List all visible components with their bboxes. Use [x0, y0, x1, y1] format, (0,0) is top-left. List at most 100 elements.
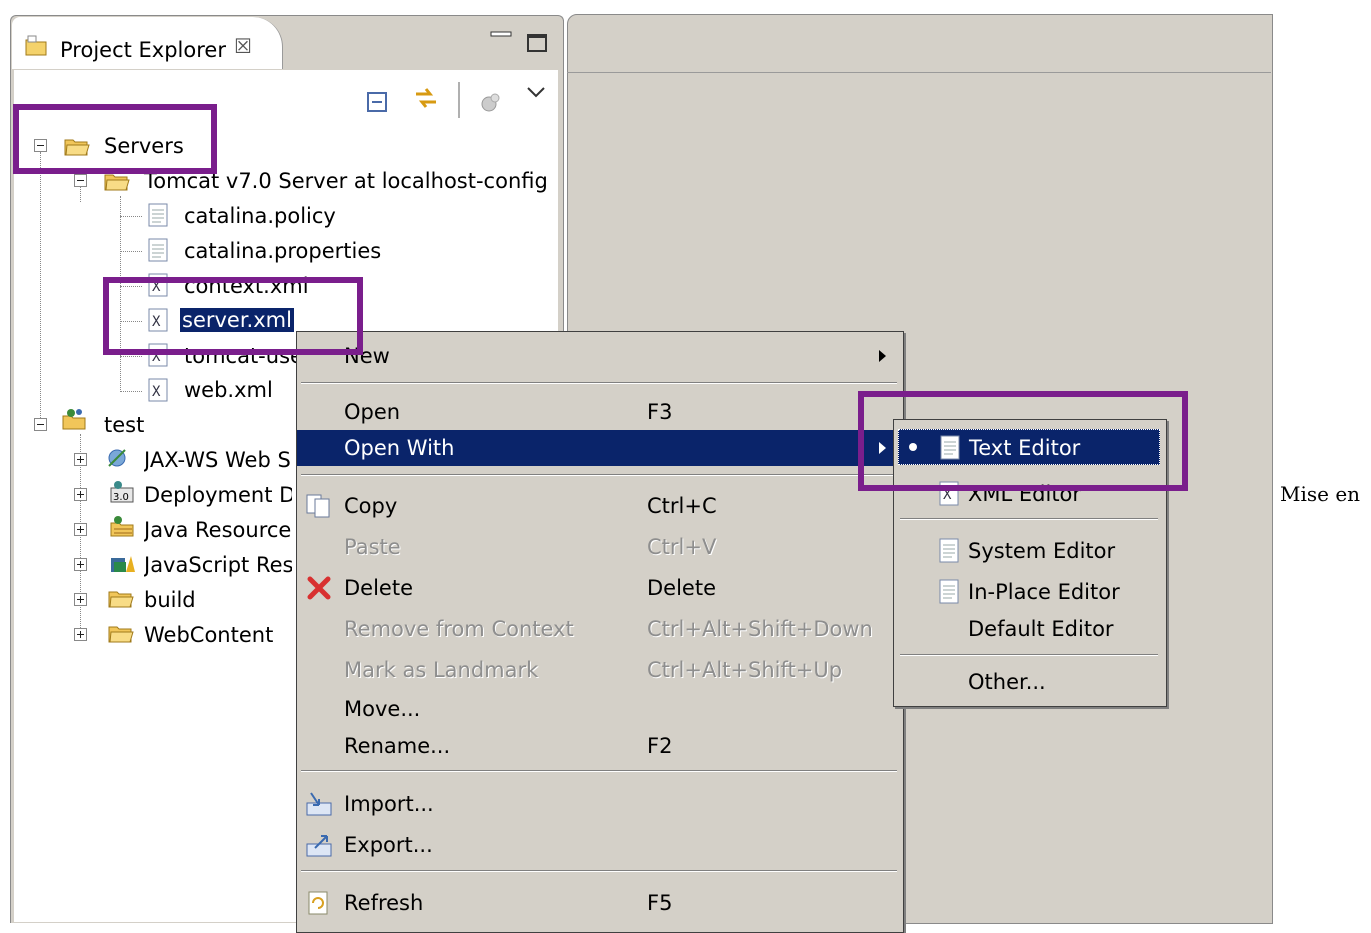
menu-item-delete[interactable]: Delete Delete	[297, 570, 903, 606]
menu-item-copy[interactable]: Copy Ctrl+C	[297, 488, 903, 524]
collapse-toggle[interactable]	[34, 418, 47, 431]
expand-toggle[interactable]	[74, 523, 87, 536]
submenu-item-system-editor[interactable]: System Editor	[894, 533, 1166, 569]
menu-item-label: Remove from Context	[344, 617, 574, 641]
menu-item-label: Mark as Landmark	[344, 658, 539, 682]
tree-item-test[interactable]: test	[104, 413, 144, 437]
side-caption: Mise en	[1280, 482, 1361, 506]
menu-item-label: Rename...	[344, 734, 451, 758]
tree-item-web-xml[interactable]: web.xml	[184, 378, 273, 402]
project-icon	[62, 409, 86, 430]
minimize-icon[interactable]	[490, 28, 512, 42]
tree-guide	[120, 356, 142, 357]
refresh-icon	[308, 891, 328, 915]
submenu-item-in-place-editor[interactable]: In-Place Editor	[894, 574, 1166, 610]
context-menu: New Open F3 Open With Copy Ctrl+C Paste …	[296, 331, 904, 933]
menu-shortcut: Delete	[647, 576, 716, 600]
folder-icon	[108, 626, 134, 643]
menu-shortcut: Ctrl+Alt+Shift+Up	[647, 658, 843, 682]
menu-shortcut: F5	[647, 891, 673, 915]
tree-guide	[120, 251, 142, 252]
tree-item-java-resources[interactable]: Java Resources	[144, 518, 292, 542]
menu-item-paste[interactable]: Paste Ctrl+V	[297, 529, 903, 565]
tree-item-deployment-descriptor[interactable]: Deployment Descriptor	[144, 483, 292, 507]
tree-guide	[80, 186, 81, 202]
menu-item-label: Refresh	[344, 891, 424, 915]
expand-toggle[interactable]	[74, 593, 87, 606]
menu-item-label: Export...	[344, 833, 433, 857]
expand-toggle[interactable]	[74, 628, 87, 641]
editor-tabbar-divider	[567, 72, 1271, 73]
tree-item-catalina-properties[interactable]: catalina.properties	[184, 239, 381, 263]
submenu-item-label: Other...	[968, 670, 1046, 694]
toolbar-separator	[458, 82, 460, 118]
view-menu-icon[interactable]	[526, 86, 546, 100]
export-icon	[306, 835, 332, 857]
import-icon	[306, 792, 332, 816]
menu-separator	[900, 654, 1158, 656]
close-icon[interactable]: ☒	[234, 34, 252, 58]
menu-item-label: Move...	[344, 697, 421, 721]
menu-separator	[301, 770, 897, 772]
tree-guide	[120, 216, 142, 217]
menu-item-export[interactable]: Export...	[297, 827, 903, 863]
menu-item-import[interactable]: Import...	[297, 786, 903, 822]
collapse-all-icon[interactable]	[364, 88, 392, 116]
submenu-item-other[interactable]: Other...	[894, 664, 1166, 700]
menu-separator	[301, 474, 897, 476]
menu-item-new[interactable]: New	[297, 338, 903, 374]
tree-item-javascript-resources[interactable]: JavaScript Resources	[144, 553, 292, 577]
panel-title: Project Explorer	[60, 38, 226, 62]
menu-item-label: Open	[344, 400, 401, 424]
menu-shortcut: Ctrl+V	[647, 535, 717, 559]
submenu-item-default-editor[interactable]: Default Editor	[894, 611, 1166, 647]
xml-file-icon: X	[148, 378, 168, 402]
menu-item-label: Open With	[344, 436, 455, 460]
menu-item-remove-from-context[interactable]: Remove from Context Ctrl+Alt+Shift+Down	[297, 611, 903, 647]
file-icon	[148, 238, 168, 262]
menu-shortcut: Ctrl+C	[647, 494, 717, 518]
expand-toggle[interactable]	[74, 558, 87, 571]
highlight-box-servers	[13, 104, 217, 174]
file-icon	[148, 203, 168, 227]
collapse-toggle[interactable]	[74, 174, 87, 187]
menu-item-rename[interactable]: Rename... F2	[297, 728, 903, 764]
highlight-box-server-xml	[103, 277, 363, 355]
delete-icon	[307, 576, 331, 600]
highlight-box-text-editor	[858, 391, 1188, 491]
copy-icon	[306, 494, 330, 518]
tree-guide	[40, 152, 41, 422]
tree-guide	[120, 391, 142, 392]
menu-shortcut: F3	[647, 400, 673, 424]
submenu-arrow-icon	[879, 350, 886, 362]
menu-item-open-with[interactable]: Open With	[297, 430, 903, 466]
project-explorer-icon	[25, 35, 47, 56]
menu-item-label: Import...	[344, 792, 434, 816]
menu-item-mark-as-landmark[interactable]: Mark as Landmark Ctrl+Alt+Shift+Up	[297, 652, 903, 688]
tree-item-webcontent[interactable]: WebContent	[144, 623, 273, 647]
menu-item-move[interactable]: Move...	[297, 691, 903, 727]
submenu-item-label: Default Editor	[968, 617, 1114, 641]
submenu-item-label: In-Place Editor	[968, 580, 1120, 604]
menu-item-label: Delete	[344, 576, 413, 600]
web-services-icon	[108, 449, 126, 467]
submenu-item-label: System Editor	[968, 539, 1116, 563]
tree-item-catalina-policy[interactable]: catalina.policy	[184, 204, 336, 228]
java-resources-icon	[110, 516, 134, 537]
link-with-editor-icon[interactable]	[412, 84, 440, 112]
maximize-icon[interactable]	[527, 34, 547, 52]
menu-item-label: Paste	[344, 535, 401, 559]
menu-item-refresh[interactable]: Refresh F5	[297, 885, 903, 921]
folder-icon	[108, 591, 134, 608]
tree-item-build[interactable]: build	[144, 588, 196, 612]
expand-toggle[interactable]	[74, 488, 87, 501]
expand-toggle[interactable]	[74, 453, 87, 466]
menu-separator	[301, 382, 897, 384]
deployment-descriptor-icon: 3.0	[110, 481, 134, 503]
tree-item-jax-ws[interactable]: JAX-WS Web Services	[144, 448, 292, 472]
filter-icon[interactable]	[477, 88, 505, 116]
menu-item-open[interactable]: Open F3	[297, 394, 903, 430]
javascript-resources-icon	[111, 556, 135, 572]
file-icon	[939, 579, 959, 604]
menu-item-label: Copy	[344, 494, 398, 518]
